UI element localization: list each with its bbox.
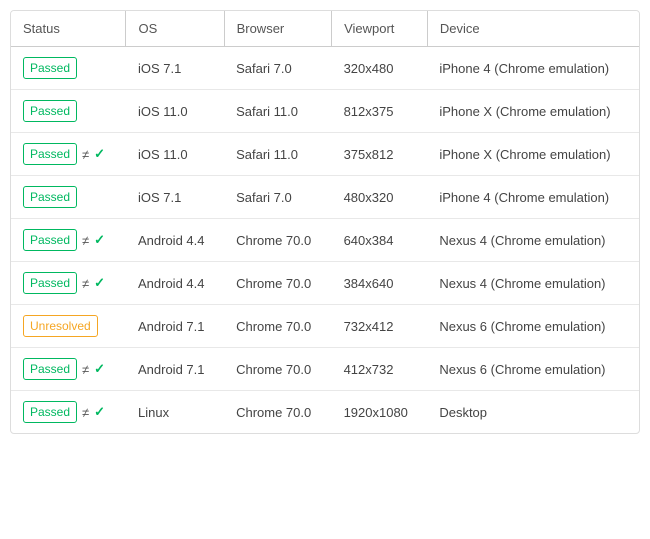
col-header-device: Device <box>427 11 639 47</box>
col-header-os: OS <box>126 11 224 47</box>
table-row: Passed ≠ ✓ LinuxChrome 70.01920x1080Desktop <box>11 391 639 434</box>
checkmark-icon[interactable]: ✓ <box>94 361 105 377</box>
browser-cell: Safari 7.0 <box>224 47 331 90</box>
status-badge[interactable]: Passed <box>23 57 77 79</box>
status-cell: Passed ≠ ✓ <box>11 133 126 176</box>
table-row: Passed ≠ ✓ Android 4.4Chrome 70.0384x640Nex… <box>11 262 639 305</box>
status-badge[interactable]: Passed <box>23 186 77 208</box>
results-table: Status OS Browser Viewport Device Passed… <box>11 11 639 433</box>
browser-cell: Safari 11.0 <box>224 90 331 133</box>
status-cell: Passed <box>11 176 126 219</box>
checkmark-icon[interactable]: ✓ <box>94 146 105 162</box>
not-equal-icon: ≠ <box>82 147 89 162</box>
os-cell: Android 4.4 <box>126 219 224 262</box>
table-row: Passed iOS 7.1Safari 7.0320x480iPhone 4 (… <box>11 47 639 90</box>
table-row: Passed ≠ ✓ iOS 11.0Safari 11.0375x812iPhone… <box>11 133 639 176</box>
os-cell: iOS 7.1 <box>126 176 224 219</box>
results-table-container: Status OS Browser Viewport Device Passed… <box>10 10 640 434</box>
browser-cell: Safari 7.0 <box>224 176 331 219</box>
os-cell: Android 7.1 <box>126 305 224 348</box>
table-row: Unresolved Android 7.1Chrome 70.0732x412N… <box>11 305 639 348</box>
viewport-cell: 384x640 <box>332 262 428 305</box>
table-row: Passed ≠ ✓ Android 7.1Chrome 70.0412x732Nex… <box>11 348 639 391</box>
os-cell: Android 4.4 <box>126 262 224 305</box>
status-cell: Passed <box>11 47 126 90</box>
checkmark-icon[interactable]: ✓ <box>94 404 105 420</box>
status-cell: Passed ≠ ✓ <box>11 391 126 434</box>
status-cell: Unresolved <box>11 305 126 348</box>
viewport-cell: 1920x1080 <box>332 391 428 434</box>
os-cell: iOS 11.0 <box>126 90 224 133</box>
not-equal-icon: ≠ <box>82 233 89 248</box>
browser-cell: Chrome 70.0 <box>224 348 331 391</box>
status-cell: Passed <box>11 90 126 133</box>
device-cell: iPhone X (Chrome emulation) <box>427 133 639 176</box>
browser-cell: Safari 11.0 <box>224 133 331 176</box>
viewport-cell: 480x320 <box>332 176 428 219</box>
browser-cell: Chrome 70.0 <box>224 262 331 305</box>
viewport-cell: 320x480 <box>332 47 428 90</box>
device-cell: Nexus 4 (Chrome emulation) <box>427 219 639 262</box>
checkmark-icon[interactable]: ✓ <box>94 232 105 248</box>
os-cell: Android 7.1 <box>126 348 224 391</box>
device-cell: Desktop <box>427 391 639 434</box>
device-cell: iPhone 4 (Chrome emulation) <box>427 47 639 90</box>
device-cell: Nexus 4 (Chrome emulation) <box>427 262 639 305</box>
table-row: Passed ≠ ✓ Android 4.4Chrome 70.0640x384Nex… <box>11 219 639 262</box>
viewport-cell: 375x812 <box>332 133 428 176</box>
os-cell: iOS 11.0 <box>126 133 224 176</box>
status-badge[interactable]: Passed <box>23 401 77 423</box>
status-cell: Passed ≠ ✓ <box>11 348 126 391</box>
viewport-cell: 640x384 <box>332 219 428 262</box>
table-row: Passed iOS 11.0Safari 11.0812x375iPhone X… <box>11 90 639 133</box>
device-cell: iPhone 4 (Chrome emulation) <box>427 176 639 219</box>
status-cell: Passed ≠ ✓ <box>11 219 126 262</box>
not-equal-icon: ≠ <box>82 405 89 420</box>
not-equal-icon: ≠ <box>82 362 89 377</box>
browser-cell: Chrome 70.0 <box>224 219 331 262</box>
status-cell: Passed ≠ ✓ <box>11 262 126 305</box>
col-header-viewport: Viewport <box>332 11 428 47</box>
browser-cell: Chrome 70.0 <box>224 305 331 348</box>
checkmark-icon[interactable]: ✓ <box>94 275 105 291</box>
status-badge[interactable]: Unresolved <box>23 315 98 337</box>
status-badge[interactable]: Passed <box>23 229 77 251</box>
table-row: Passed iOS 7.1Safari 7.0480x320iPhone 4 (… <box>11 176 639 219</box>
col-header-browser: Browser <box>224 11 331 47</box>
col-header-status: Status <box>11 11 126 47</box>
status-badge[interactable]: Passed <box>23 272 77 294</box>
os-cell: Linux <box>126 391 224 434</box>
device-cell: Nexus 6 (Chrome emulation) <box>427 305 639 348</box>
not-equal-icon: ≠ <box>82 276 89 291</box>
table-header-row: Status OS Browser Viewport Device <box>11 11 639 47</box>
viewport-cell: 412x732 <box>332 348 428 391</box>
status-badge[interactable]: Passed <box>23 143 77 165</box>
device-cell: iPhone X (Chrome emulation) <box>427 90 639 133</box>
os-cell: iOS 7.1 <box>126 47 224 90</box>
viewport-cell: 812x375 <box>332 90 428 133</box>
status-badge[interactable]: Passed <box>23 358 77 380</box>
browser-cell: Chrome 70.0 <box>224 391 331 434</box>
status-badge[interactable]: Passed <box>23 100 77 122</box>
device-cell: Nexus 6 (Chrome emulation) <box>427 348 639 391</box>
viewport-cell: 732x412 <box>332 305 428 348</box>
